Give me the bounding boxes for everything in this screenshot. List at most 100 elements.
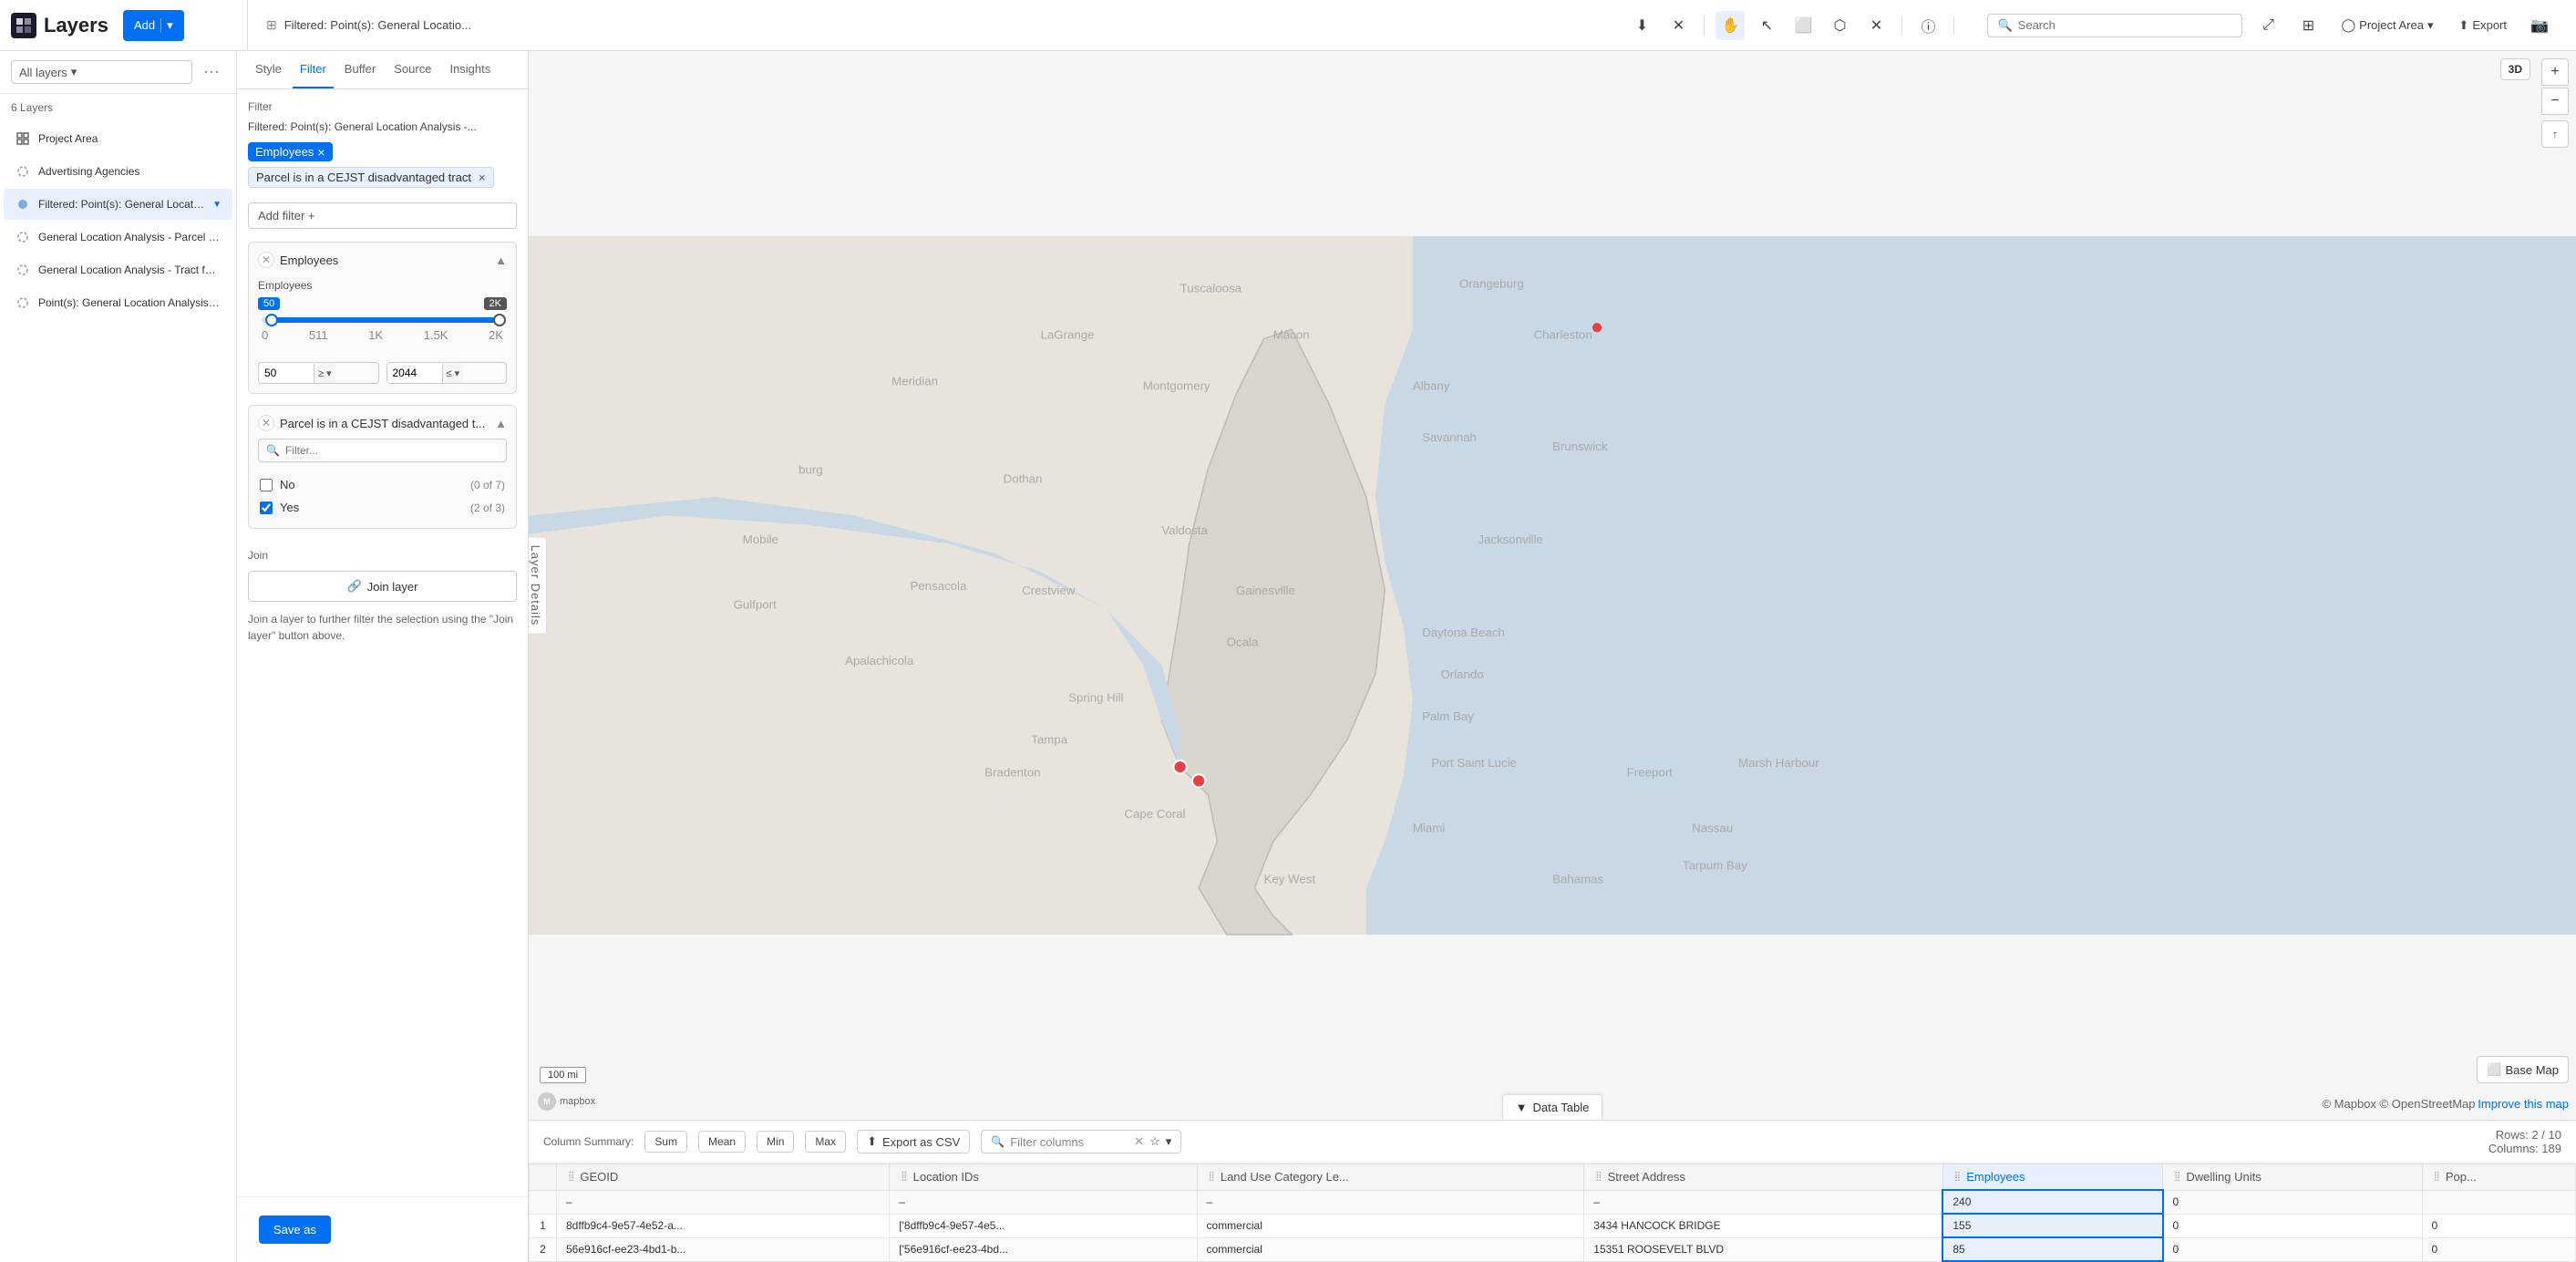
add-button[interactable]: Add ▾	[123, 10, 184, 41]
add-filter-button[interactable]: Add filter +	[248, 202, 517, 229]
svg-text:Jacksonville: Jacksonville	[1478, 533, 1543, 546]
filter-columns-input[interactable]: 🔍 Filter columns ✕ ☆ ▾	[981, 1130, 1181, 1153]
tab-buffer[interactable]: Buffer	[337, 51, 383, 88]
search-icon-filter: 🔍	[266, 444, 280, 457]
employees-condition-close[interactable]: ✕	[258, 252, 274, 268]
map-3d-button[interactable]: 3D	[2500, 58, 2530, 80]
polygon-select-button[interactable]: ⬡	[1825, 11, 1854, 40]
rect-select-button[interactable]: ⬜	[1788, 11, 1818, 40]
zoom-in-button[interactable]: +	[2541, 58, 2569, 86]
slider-thumb-left[interactable]	[265, 314, 278, 326]
mean-button[interactable]: Mean	[698, 1131, 746, 1153]
all-layers-button[interactable]: All layers ▾	[11, 60, 192, 84]
map-and-table: Tuscaloosa Orangeburg LaGrange Macon Cha…	[529, 51, 2576, 1262]
table-toggle-chevron: ▼	[1516, 1101, 1528, 1114]
cejst-condition-close[interactable]: ✕	[258, 415, 274, 431]
row-num-1: 1	[530, 1214, 557, 1237]
sidebar-item-general-parcel[interactable]: General Location Analysis - Parcel for A…	[4, 222, 232, 253]
sidebar-item-advertising[interactable]: Advertising Agencies	[4, 156, 232, 187]
expand-button[interactable]: ⤢	[2253, 11, 2282, 40]
svg-text:Pensacola: Pensacola	[911, 579, 968, 593]
col-header-location-ids[interactable]: ⣿Location IDs	[890, 1164, 1197, 1191]
tab-insights[interactable]: Insights	[442, 51, 498, 88]
cols-info: Columns: 189	[2488, 1142, 2561, 1155]
filter-cols-clear[interactable]: ✕	[1134, 1134, 1144, 1149]
filter-breadcrumb: Filtered: Point(s): General Location Ana…	[248, 120, 517, 133]
clear-selection-button[interactable]: ✕	[1861, 11, 1891, 40]
sidebar-item-label-parcel: General Location Analysis - Parcel for A…	[38, 231, 222, 243]
col-header-geoid[interactable]: ⣿GEOID	[557, 1164, 890, 1191]
zoom-out-button[interactable]: −	[2541, 88, 2569, 115]
top-bar-middle: ⊞ Filtered: Point(s): General Locatio...…	[255, 11, 1969, 40]
table-scroll-container[interactable]: ⣿GEOID ⣿Location IDs ⣿Land Use Category …	[529, 1164, 2576, 1262]
map-area[interactable]: Tuscaloosa Orangeburg LaGrange Macon Cha…	[529, 51, 2576, 1120]
filter-panel: Style Filter Buffer Source Insights Filt…	[237, 51, 529, 1262]
sidebar-item-points-parcel[interactable]: Point(s): General Location Analysis - Pa…	[4, 287, 232, 318]
cejst-condition-collapse[interactable]: ▲	[495, 417, 507, 430]
cejst-filter-condition: ✕ Parcel is in a CEJST disadvantaged t..…	[248, 405, 517, 529]
svg-text:Port Saint Lucie: Port Saint Lucie	[1431, 756, 1517, 770]
sidebar-item-project-area[interactable]: Project Area	[4, 123, 232, 154]
toolbar-divider	[1704, 16, 1705, 35]
checkbox-no[interactable]	[260, 479, 273, 491]
employees-tag-remove[interactable]: ×	[317, 146, 325, 159]
col-header-land-use[interactable]: ⣿Land Use Category Le...	[1197, 1164, 1584, 1191]
data-table-toggle-button[interactable]: ▼ Data Table	[1502, 1094, 1603, 1120]
svg-text:Brunswick: Brunswick	[1552, 440, 1608, 453]
svg-text:LaGrange: LaGrange	[1041, 327, 1095, 341]
cejst-tag-remove[interactable]: ×	[479, 171, 486, 184]
dot-icon-parcel	[15, 229, 31, 245]
col-header-pop[interactable]: ⣿Pop...	[2422, 1164, 2576, 1191]
slider-thumb-right[interactable]	[493, 314, 506, 326]
tab-style[interactable]: Style	[248, 51, 289, 88]
min-button[interactable]: Min	[757, 1131, 794, 1153]
tab-filter[interactable]: Filter	[293, 51, 334, 88]
cejst-search-input[interactable]	[285, 444, 499, 457]
filter-input-max[interactable]	[387, 363, 442, 383]
filter-input-min[interactable]	[259, 363, 314, 383]
pan-tool-button[interactable]: ✋	[1716, 11, 1745, 40]
tick-1-5k: 1.5K	[424, 328, 448, 342]
download-button[interactable]: ⬇	[1627, 11, 1656, 40]
svg-text:Cape Coral: Cape Coral	[1124, 807, 1185, 821]
export-button[interactable]: ⬆ Export	[2452, 15, 2514, 36]
sidebar-item-general-tract[interactable]: General Location Analysis - Tract for Ad…	[4, 254, 232, 285]
svg-text:Marsh Harbour: Marsh Harbour	[1738, 756, 1819, 770]
export-csv-button[interactable]: ⬆ Export as CSV	[857, 1130, 970, 1153]
info-button[interactable]: ⓘ	[1913, 11, 1942, 40]
cell-dwelling-1: 0	[2163, 1214, 2422, 1237]
sidebar-item-filtered-points[interactable]: Filtered: Point(s): General Location A..…	[4, 189, 232, 220]
cejst-checkbox-list: No (0 of 7) Yes (2 of 3)	[258, 470, 507, 519]
col-header-street-address[interactable]: ⣿Street Address	[1584, 1164, 1943, 1191]
filter-op-min[interactable]: ≥ ▾	[314, 364, 335, 383]
map-svg: Tuscaloosa Orangeburg LaGrange Macon Cha…	[529, 51, 2576, 1120]
checkbox-yes[interactable]	[260, 502, 273, 514]
slider-track[interactable]	[262, 317, 503, 323]
col-header-employees[interactable]: ⣿Employees	[1942, 1164, 2162, 1191]
tab-source[interactable]: Source	[386, 51, 438, 88]
col-header-dwelling-units[interactable]: ⣿Dwelling Units	[2163, 1164, 2422, 1191]
compass-button[interactable]: ↑	[2541, 120, 2569, 148]
close-panel-button[interactable]: ✕	[1664, 11, 1693, 40]
select-tool-button[interactable]: ↖	[1752, 11, 1781, 40]
search-input[interactable]	[2018, 18, 2233, 32]
slider-ticks: 0 511 1K 1.5K 2K	[258, 328, 507, 342]
layers-grid-button[interactable]: ⊞	[2293, 11, 2323, 40]
row-num-2: 2	[530, 1237, 557, 1261]
save-as-button[interactable]: Save as	[259, 1215, 331, 1244]
total-empty	[530, 1190, 557, 1214]
project-area-button[interactable]: ◯ Project Area ▾	[2334, 14, 2440, 36]
join-layer-button[interactable]: 🔗 Join layer	[248, 571, 517, 602]
map-zoom-controls: + − ↑	[2541, 58, 2569, 148]
layer-details-tab[interactable]: Layer Details	[529, 537, 547, 635]
sidebar-header: All layers ▾ ⋯	[0, 51, 236, 94]
employees-condition-collapse[interactable]: ▲	[495, 253, 507, 267]
cell-geoid-1: 8dffb9c4-9e57-4e52-a...	[557, 1214, 890, 1237]
sidebar-more-button[interactable]: ⋯	[198, 61, 225, 84]
screenshot-button[interactable]: 📷	[2525, 11, 2554, 40]
cell-locationids-1: ['8dffb9c4-9e57-4e5...	[890, 1214, 1197, 1237]
filter-op-max[interactable]: ≤ ▾	[442, 364, 464, 383]
base-map-button[interactable]: ⬜ Base Map	[2477, 1056, 2569, 1083]
max-button[interactable]: Max	[805, 1131, 846, 1153]
sum-button[interactable]: Sum	[644, 1131, 687, 1153]
